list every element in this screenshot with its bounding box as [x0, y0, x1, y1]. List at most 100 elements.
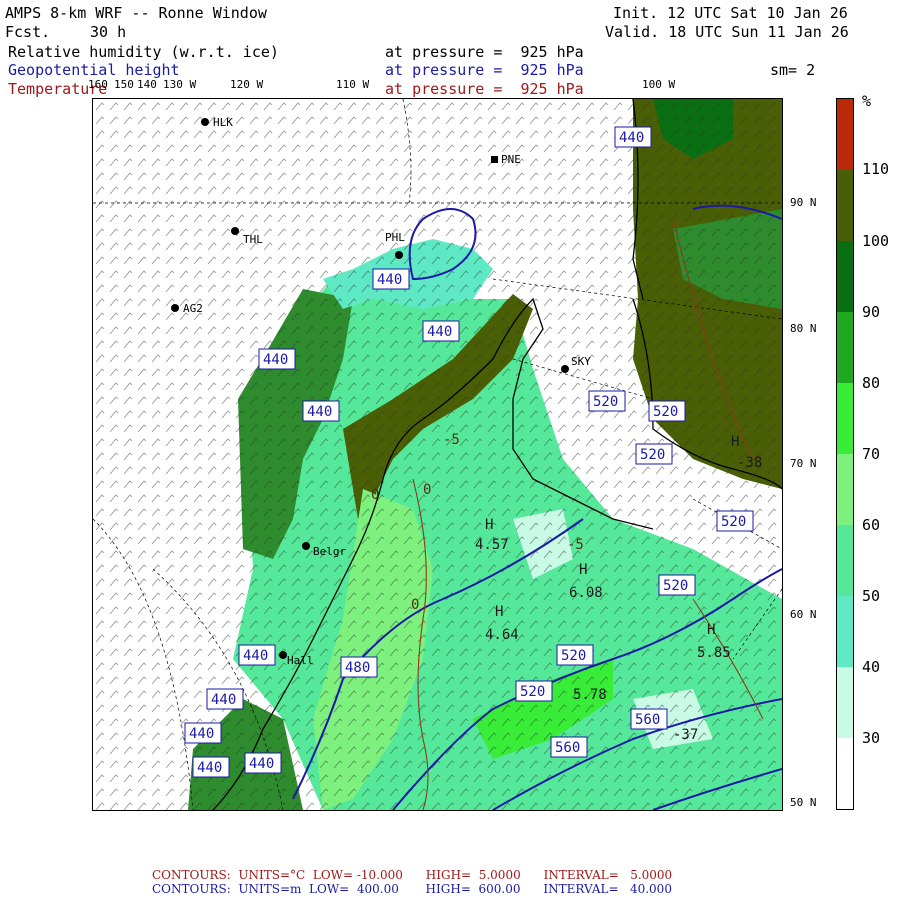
station-label: PHL — [385, 231, 405, 244]
extremum-value: 6.08 — [569, 585, 603, 601]
lat-label: 70 N — [790, 457, 817, 470]
station-dot — [395, 251, 403, 259]
legend-swatch — [837, 738, 853, 809]
height-label-box: 440 — [302, 400, 340, 422]
temp-label: -5 — [443, 432, 460, 448]
lat-label: 60 N — [790, 608, 817, 621]
height-label-box: 520 — [556, 644, 594, 666]
station-label: THL — [243, 233, 263, 246]
svg-text:520: 520 — [721, 514, 746, 530]
temp-label: -5 — [567, 537, 584, 553]
svg-text:440: 440 — [211, 692, 236, 708]
legend-label: 80 — [862, 374, 881, 392]
height-label-box: 520 — [658, 574, 696, 596]
extremum-value: 5.85 — [697, 645, 731, 661]
field-level-rh: at pressure = 925 hPa — [385, 43, 584, 61]
rh-color-legend — [836, 98, 854, 810]
height-label-box: 440 — [206, 688, 244, 710]
legend-label: 50 — [862, 587, 881, 605]
field-level-temp: at pressure = 925 hPa — [385, 80, 584, 98]
height-label-box: 440 — [184, 722, 222, 744]
extremum-value: 4.57 — [475, 537, 509, 553]
smoothing-label: sm= 2 — [770, 61, 816, 79]
height-contour-info: CONTOURS: UNITS=m LOW= 400.00 HIGH= 600.… — [152, 882, 672, 896]
legend-swatch — [837, 170, 853, 241]
legend-swatch — [837, 596, 853, 667]
svg-text:440: 440 — [263, 352, 288, 368]
chart-title: AMPS 8-km WRF -- Ronne Window — [5, 4, 267, 22]
station-dot — [201, 118, 209, 126]
height-label-box: 440 — [244, 752, 282, 774]
wind-barbs-layer — [93, 99, 782, 810]
station-label: SKY — [571, 355, 591, 368]
lon-label: 120 W — [230, 78, 264, 91]
svg-text:520: 520 — [663, 578, 688, 594]
height-label-box: 560 — [630, 708, 668, 730]
svg-text:520: 520 — [520, 684, 545, 700]
lat-label: 90 N — [790, 196, 817, 209]
station-label: HLK — [213, 116, 233, 129]
extremum-marker: H — [579, 562, 587, 578]
lon-label: 150 — [114, 78, 134, 91]
station-dot — [561, 365, 569, 373]
lon-label: 160 — [88, 78, 108, 91]
valid-time: Valid. 18 UTC Sun 11 Jan 26 — [605, 23, 849, 41]
extremum-marker: H — [731, 434, 739, 450]
legend-swatch — [837, 383, 853, 454]
legend-label: 110 — [862, 160, 890, 178]
lon-label: 140 — [137, 78, 157, 91]
svg-text:440: 440 — [197, 760, 222, 776]
fcst-value: 30 h — [90, 23, 127, 41]
field-name-height: Geopotential height — [8, 61, 180, 79]
svg-text:440: 440 — [619, 130, 644, 146]
temp-label: 0 — [411, 597, 419, 613]
legend-label: 60 — [862, 516, 881, 534]
map-panel: HLK PNE THL PHL AG2 SKY Belgr Hall 440 4… — [92, 98, 783, 811]
station-dot — [302, 542, 310, 550]
svg-text:440: 440 — [377, 272, 402, 288]
svg-text:440: 440 — [243, 648, 268, 664]
legend-swatch — [837, 99, 853, 170]
extremum-value: -37 — [673, 727, 698, 743]
temp-contour-info: CONTOURS: UNITS=°C LOW= -10.000 HIGH= 5.… — [152, 868, 673, 882]
height-label-box: 520 — [648, 400, 686, 422]
legend-swatch — [837, 312, 853, 383]
svg-text:560: 560 — [635, 712, 660, 728]
height-label-box: 440 — [372, 268, 410, 290]
svg-text:520: 520 — [653, 404, 678, 420]
height-label-box: 440 — [238, 644, 276, 666]
field-level-height: at pressure = 925 hPa — [385, 61, 584, 79]
init-time: Init. 12 UTC Sat 10 Jan 26 — [613, 4, 848, 22]
legend-label: 70 — [862, 445, 881, 463]
legend-label: 90 — [862, 303, 881, 321]
svg-text:440: 440 — [249, 756, 274, 772]
temp-label: 0 — [371, 487, 379, 503]
svg-text:520: 520 — [561, 648, 586, 664]
height-label-box: 440 — [258, 348, 296, 370]
svg-text:520: 520 — [593, 394, 618, 410]
legend-swatch — [837, 454, 853, 525]
svg-text:560: 560 — [555, 740, 580, 756]
svg-text:440: 440 — [307, 404, 332, 420]
svg-text:520: 520 — [640, 447, 665, 463]
lat-label: 50 N — [790, 796, 817, 809]
station-label: Belgr — [313, 545, 346, 558]
height-label-box: 520 — [515, 680, 553, 702]
legend-label: 100 — [862, 232, 890, 250]
legend-swatch — [837, 241, 853, 312]
height-label-box: 560 — [550, 736, 588, 758]
extremum-value: 5.78 — [573, 687, 607, 703]
legend-swatch — [837, 525, 853, 596]
station-label: AG2 — [183, 302, 203, 315]
field-name-rh: Relative humidity (w.r.t. ice) — [8, 43, 279, 61]
station-dot — [171, 304, 179, 312]
height-label-box: 520 — [588, 390, 626, 412]
height-label-box: 440 — [422, 320, 460, 342]
station-label: Hall — [287, 654, 314, 667]
lon-label: 130 W — [163, 78, 197, 91]
legend-label: 30 — [862, 729, 881, 747]
height-label-box: 520 — [716, 510, 754, 532]
height-label-box: 480 — [340, 656, 378, 678]
extremum-value: 4.64 — [485, 627, 519, 643]
height-label-box: 440 — [192, 756, 230, 778]
